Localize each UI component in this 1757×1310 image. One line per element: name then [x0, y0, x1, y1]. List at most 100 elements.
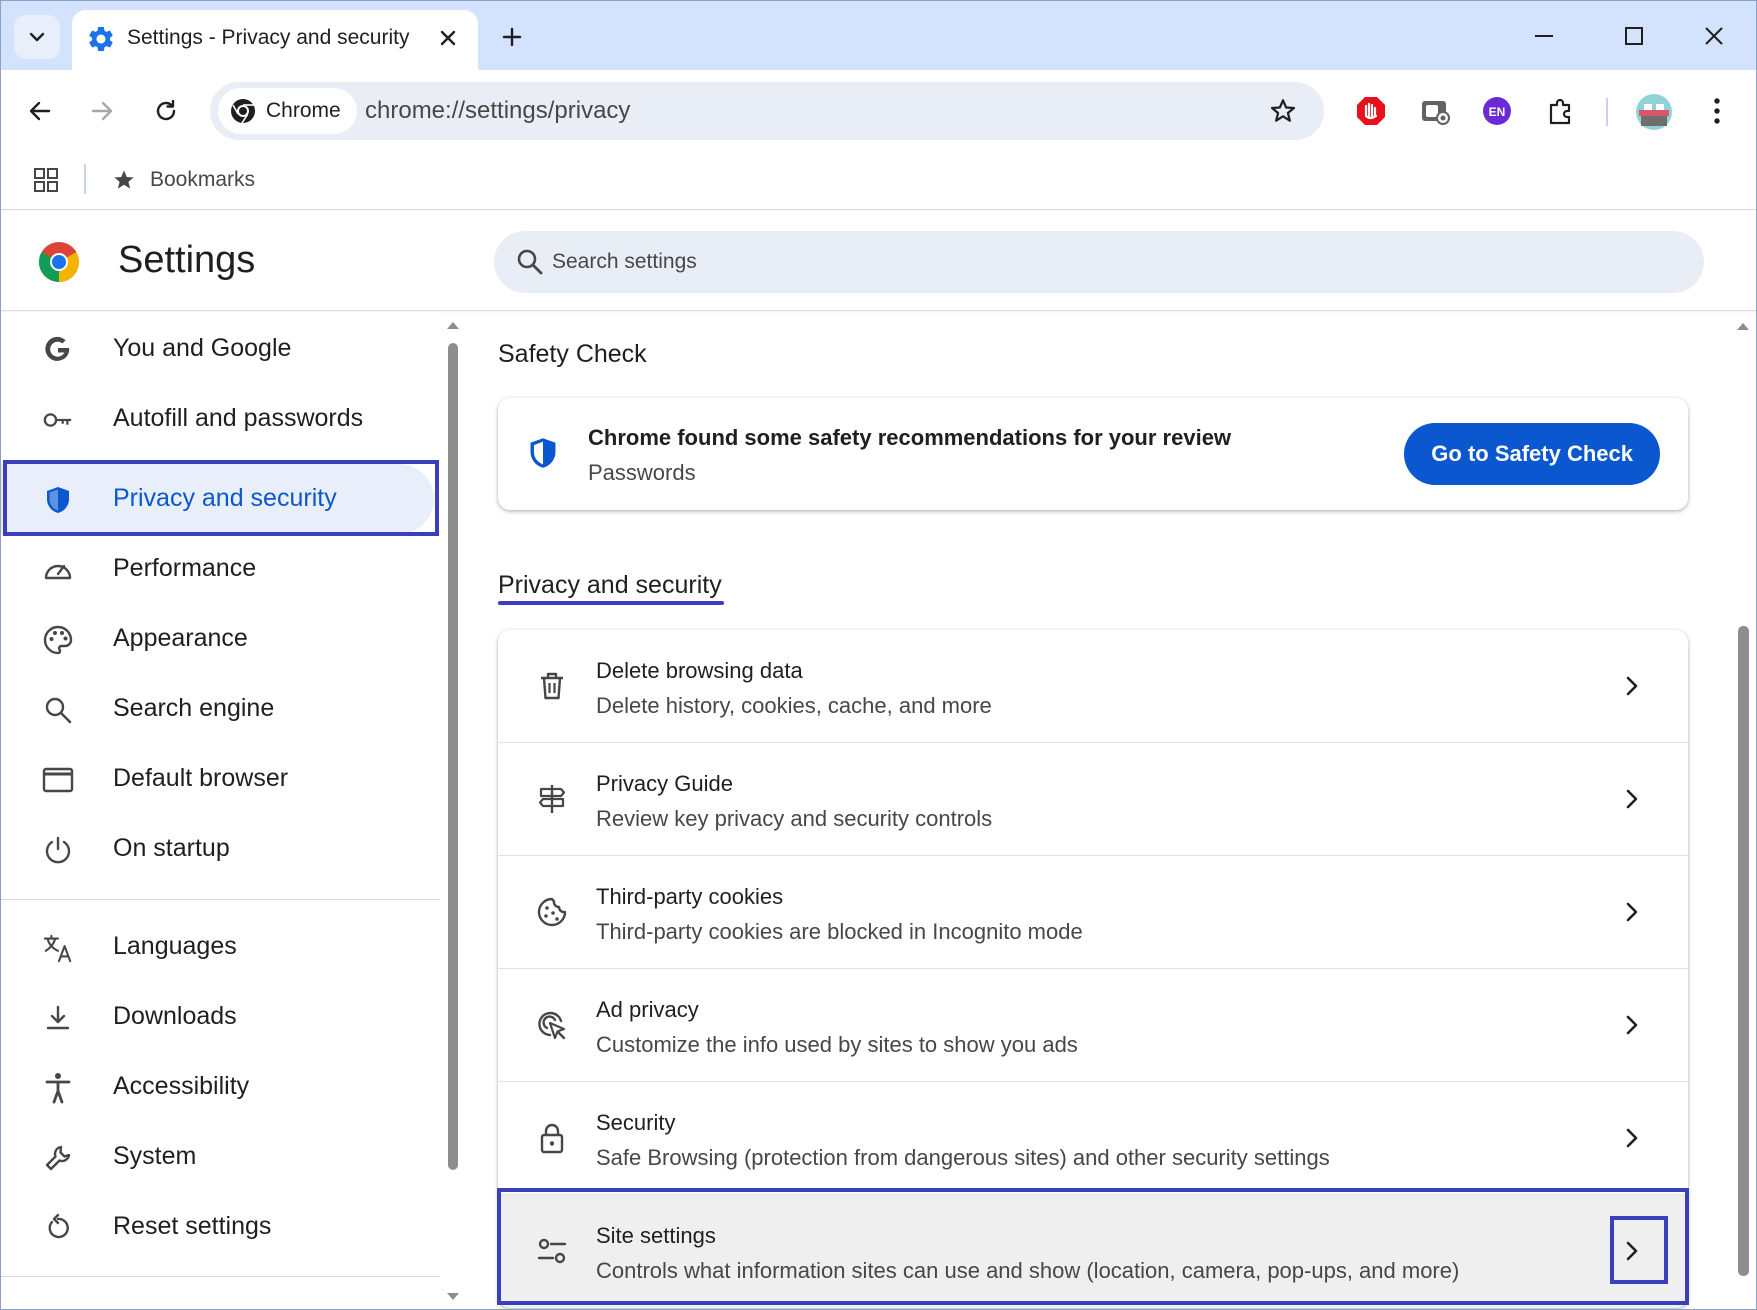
row-ad-privacy[interactable]: Ad privacy Customize the info used by si… [498, 969, 1688, 1082]
profile-avatar-button[interactable] [1632, 90, 1676, 134]
safety-check-subtitle: Passwords [588, 460, 696, 485]
tab-close-button[interactable] [432, 22, 464, 54]
search-icon [42, 694, 74, 726]
minimize-button[interactable] [1520, 13, 1568, 59]
sidebar-scroll-down[interactable] [446, 1290, 460, 1304]
row-delete-browsing-data[interactable]: Delete browsing data Delete history, coo… [498, 630, 1688, 743]
site-chip-label: Chrome [266, 99, 341, 122]
cookie-icon [534, 894, 570, 930]
triangle-down-icon [447, 1293, 459, 1300]
bookmarks-folder[interactable]: Bookmarks [112, 164, 255, 196]
row-security[interactable]: Security Safe Browsing (protection from … [498, 1082, 1688, 1195]
main-scrollbar-thumb[interactable] [1738, 626, 1749, 1276]
close-window-button[interactable] [1690, 13, 1738, 59]
reload-button[interactable] [143, 88, 189, 134]
more-vertical-icon [1714, 98, 1720, 124]
sidebar-item-performance[interactable]: Performance [0, 534, 436, 604]
language-badge-text: EN [1489, 105, 1506, 119]
sidebar-item-accessibility[interactable]: Accessibility [0, 1052, 436, 1122]
adblock-extension-button[interactable] [1350, 90, 1392, 132]
bookmark-star-button[interactable] [1264, 92, 1302, 130]
bookmarks-bar: Bookmarks [0, 152, 1757, 210]
close-icon [1705, 27, 1723, 45]
sidebar-item-downloads[interactable]: Downloads [0, 982, 436, 1052]
sidebar-scroll-up[interactable] [446, 318, 460, 332]
close-icon [440, 30, 456, 46]
maximize-button[interactable] [1610, 13, 1658, 59]
row-subtitle: Safe Browsing (protection from dangerous… [596, 1145, 1330, 1170]
apps-button[interactable] [30, 164, 62, 196]
apps-grid-icon [34, 168, 58, 192]
triangle-up-icon [1737, 323, 1749, 330]
shield-icon [530, 438, 556, 468]
sidebar-item-on-startup[interactable]: On startup [0, 814, 436, 884]
row-title: Third-party cookies [596, 884, 784, 909]
arrow-right-icon [91, 101, 113, 121]
sidebar-item-you-and-google[interactable]: You and Google [0, 314, 436, 384]
sidebar-item-default-browser[interactable]: Default browser [0, 744, 436, 814]
palette-icon [42, 624, 74, 656]
row-subtitle: Third-party cookies are blocked in Incog… [596, 919, 1083, 944]
row-title: Privacy Guide [596, 771, 733, 796]
row-subtitle: Customize the info used by sites to show… [596, 1032, 1078, 1057]
tab-search-button[interactable] [14, 15, 60, 59]
tab-title: Settings - Privacy and security [127, 26, 410, 49]
sidebar-item-autofill[interactable]: Autofill and passwords [0, 384, 436, 454]
row-title: Delete browsing data [596, 658, 803, 683]
extensions-button[interactable] [1540, 90, 1582, 132]
toolbar-divider [1606, 98, 1608, 126]
address-bar[interactable]: Chrome chrome://settings/privacy [210, 82, 1324, 140]
language-extension-button[interactable]: EN [1476, 90, 1518, 132]
sidebar-item-appearance[interactable]: Appearance [0, 604, 436, 674]
sidebar-item-reset-settings[interactable]: Reset settings [0, 1192, 436, 1262]
bookmarks-divider [84, 164, 86, 194]
trash-icon [534, 668, 570, 704]
chevron-right-icon [1614, 1007, 1650, 1043]
search-input[interactable] [552, 231, 1652, 293]
browser-menu-button[interactable] [1696, 90, 1738, 132]
row-privacy-guide[interactable]: Privacy Guide Review key privacy and sec… [498, 743, 1688, 856]
gear-icon [89, 26, 113, 51]
adblock-extension-icon [1357, 97, 1385, 125]
lock-icon [534, 1120, 570, 1156]
sidebar-item-label: Search engine [113, 694, 275, 722]
sidebar-item-system[interactable]: System [0, 1122, 436, 1192]
new-tab-button[interactable] [492, 17, 532, 57]
sidebar-item-label: Performance [113, 554, 257, 582]
page-title: Settings [118, 239, 256, 281]
settings-header: Settings [0, 211, 1757, 311]
maximize-icon [1625, 27, 1643, 45]
chevron-right-icon [1614, 894, 1650, 930]
power-icon [42, 834, 74, 866]
safety-check-heading: Safety Check [498, 340, 647, 368]
download-icon [42, 1002, 74, 1034]
row-title: Security [596, 1110, 676, 1135]
chrome-logo-icon [39, 242, 79, 282]
signpost-icon [534, 781, 570, 817]
sidebar-item-label: Downloads [113, 1002, 237, 1030]
main-scroll-up[interactable] [1736, 318, 1750, 332]
settings-search-box[interactable] [494, 231, 1704, 293]
back-button[interactable] [17, 88, 63, 134]
chevron-right-icon [1614, 781, 1650, 817]
annotation-highlight [3, 460, 439, 536]
row-third-party-cookies[interactable]: Third-party cookies Third-party cookies … [498, 856, 1688, 969]
forward-button[interactable] [79, 88, 125, 134]
key-icon [42, 404, 74, 436]
sidebar-divider [0, 899, 440, 900]
sidebar-item-search-engine[interactable]: Search engine [0, 674, 436, 744]
go-to-safety-check-button[interactable]: Go to Safety Check [1404, 423, 1660, 485]
accessibility-icon [42, 1072, 74, 1104]
star-filled-icon [114, 170, 134, 189]
search-icon [517, 249, 543, 275]
reset-icon [42, 1212, 74, 1244]
sidebar-item-languages[interactable]: Languages [0, 912, 436, 982]
site-info-chip[interactable]: Chrome [218, 88, 357, 134]
sidebar-item-label: Autofill and passwords [113, 404, 364, 432]
sidebar-scrollbar-thumb[interactable] [448, 343, 458, 1170]
annotation-highlight [497, 1188, 1689, 1305]
url-text[interactable]: chrome://settings/privacy [365, 97, 630, 125]
active-tab[interactable]: Settings - Privacy and security [72, 10, 478, 71]
screen-capture-extension-button[interactable] [1414, 90, 1456, 132]
sidebar-item-label: System [113, 1142, 197, 1170]
